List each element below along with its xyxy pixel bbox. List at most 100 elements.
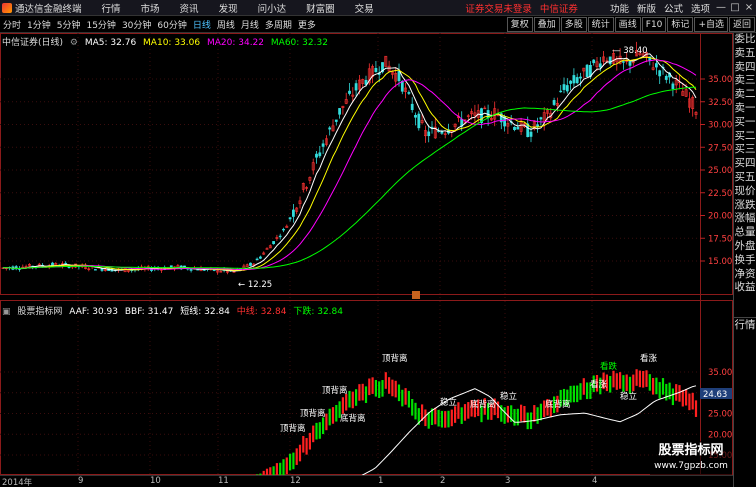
indicator-bar xyxy=(394,380,397,398)
period-intraday[interactable]: 分时 xyxy=(0,18,24,31)
maximize-button[interactable]: □ xyxy=(728,2,742,13)
indicator-bar xyxy=(635,369,638,386)
candle-body xyxy=(255,258,259,261)
statistics-button[interactable]: 统计 xyxy=(587,16,614,32)
side-tab-item[interactable]: 委比 xyxy=(734,33,756,47)
side-tab-item[interactable]: 收益 xyxy=(734,281,756,295)
menu-market[interactable]: 市场 xyxy=(141,1,160,15)
indicator-bar xyxy=(450,409,453,427)
watermark-url: www.7gpzb.com xyxy=(654,461,728,471)
side-tab-item[interactable]: 卖一 xyxy=(734,102,756,116)
side-tab-item[interactable]: 换手 xyxy=(734,254,756,268)
menu-ask[interactable]: 问小达 xyxy=(258,1,287,15)
signal-label: 看涨 xyxy=(590,379,608,390)
indicator-bar xyxy=(312,425,315,443)
side-tab-item[interactable]: 卖二 xyxy=(734,88,756,102)
menu-new-version[interactable]: 新版 xyxy=(637,1,656,15)
minimize-button[interactable]: — xyxy=(714,2,728,13)
period-15min[interactable]: 15分钟 xyxy=(83,18,118,31)
kline-chart[interactable]: 35.00 32.50 30.00 27.50 25.00 22.50 20.00 17.50… xyxy=(0,33,733,487)
indicator-icon: ▣ xyxy=(2,307,11,317)
candle-body xyxy=(64,262,68,265)
period-5min[interactable]: 5分钟 xyxy=(54,18,84,31)
candle-body xyxy=(258,256,262,259)
period-daily[interactable]: 日线 xyxy=(190,18,214,31)
candle-body xyxy=(374,67,378,73)
period-1min[interactable]: 1分钟 xyxy=(24,18,54,31)
period-multi[interactable]: 多周期 xyxy=(262,18,295,31)
indicator-bar xyxy=(463,404,467,421)
side-tab-item[interactable]: 净资 xyxy=(734,268,756,282)
side-tab-item[interactable]: 涨幅 xyxy=(734,212,756,226)
indicator-bar xyxy=(368,378,371,396)
indicator-bar xyxy=(579,383,582,400)
menu-discover[interactable]: 发现 xyxy=(219,1,238,15)
indicator-bar xyxy=(378,381,381,398)
candle-body xyxy=(658,70,662,77)
back-button[interactable]: 返回 xyxy=(728,16,755,32)
adjust-button[interactable]: 复权 xyxy=(506,16,533,32)
login-status[interactable]: 证券交易未登录 xyxy=(465,1,532,15)
period-weekly[interactable]: 周线 xyxy=(214,18,238,31)
indicator-bar xyxy=(440,410,443,428)
side-tab-item[interactable]: 涨跌 xyxy=(734,199,756,213)
indicator-tick-label: 20.00 xyxy=(708,430,732,440)
side-tab-item[interactable]: 买二 xyxy=(734,130,756,144)
period-60min[interactable]: 60分钟 xyxy=(154,18,189,31)
signal-label: 看涨 xyxy=(640,353,658,364)
side-tab-item[interactable]: 买一 xyxy=(734,116,756,130)
menu-functions[interactable]: 功能 xyxy=(610,1,629,15)
chart-area[interactable]: 35.00 32.50 30.00 27.50 25.00 22.50 20.00 17.50… xyxy=(0,33,733,487)
mark-button[interactable]: 标记 xyxy=(667,16,694,32)
side-tab-item[interactable]: 总量 xyxy=(734,226,756,240)
indicator-bar xyxy=(447,410,450,428)
candle-body xyxy=(318,152,322,157)
price-tick-label: 32.50 xyxy=(708,98,732,108)
indicator-bar xyxy=(572,385,575,403)
settings-icon[interactable]: ⚙ xyxy=(70,38,78,48)
broker-name[interactable]: 中信证券 xyxy=(540,1,578,15)
side-tab-item[interactable]: 买四 xyxy=(734,157,756,171)
candle-body xyxy=(513,126,516,131)
f10-button[interactable]: F10 xyxy=(641,16,667,32)
date-label: 10 xyxy=(150,476,161,486)
period-more[interactable]: 更多 xyxy=(295,18,319,31)
multi-stock-button[interactable]: 多股 xyxy=(560,16,587,32)
menu-trade[interactable]: 交易 xyxy=(355,1,374,15)
period-monthly[interactable]: 月线 xyxy=(238,18,262,31)
main-panel-name: 中信证券(日线) xyxy=(2,38,64,48)
candle-body xyxy=(628,60,632,66)
period-30min[interactable]: 30分钟 xyxy=(119,18,154,31)
side-tab-item[interactable]: 买三 xyxy=(734,143,756,157)
side-tab-item[interactable]: 现价 xyxy=(734,185,756,199)
candle-body xyxy=(440,131,444,134)
indicator-bar xyxy=(665,383,668,401)
menu-quotes[interactable]: 行情 xyxy=(102,1,121,15)
overlay-button[interactable]: 叠加 xyxy=(533,16,560,32)
side-tab-item[interactable]: 外盘 xyxy=(734,240,756,254)
draw-line-button[interactable]: 画线 xyxy=(614,16,641,32)
side-tab-item[interactable]: 卖三 xyxy=(734,74,756,88)
candle-body xyxy=(559,90,563,93)
menu-options[interactable]: 选项 xyxy=(691,1,710,15)
date-label: 2014年 xyxy=(2,478,33,487)
candle-body xyxy=(516,127,520,130)
menu-wealth[interactable]: 财富圈 xyxy=(306,1,335,15)
signal-label: 底背离 xyxy=(470,399,496,410)
price-tick-label: 22.50 xyxy=(708,189,732,199)
side-tab-item[interactable]: 卖四 xyxy=(734,61,756,75)
side-tab-item[interactable]: 买五 xyxy=(734,171,756,185)
close-button[interactable]: × xyxy=(742,2,756,13)
candle-body xyxy=(328,127,332,130)
short-line-legend: 短线: 32.84 xyxy=(180,307,230,317)
menu-news[interactable]: 资讯 xyxy=(180,1,199,15)
side-tab-quotes[interactable]: 行情 xyxy=(734,318,756,333)
candle-body xyxy=(585,64,589,78)
add-watchlist-button[interactable]: +自选 xyxy=(694,16,728,32)
indicator-bar xyxy=(424,409,427,427)
menu-formula[interactable]: 公式 xyxy=(664,1,683,15)
indicator-bar xyxy=(661,378,665,395)
indicator-bar xyxy=(269,467,272,484)
candle-body xyxy=(338,108,342,115)
side-tab-item[interactable]: 卖五 xyxy=(734,47,756,61)
